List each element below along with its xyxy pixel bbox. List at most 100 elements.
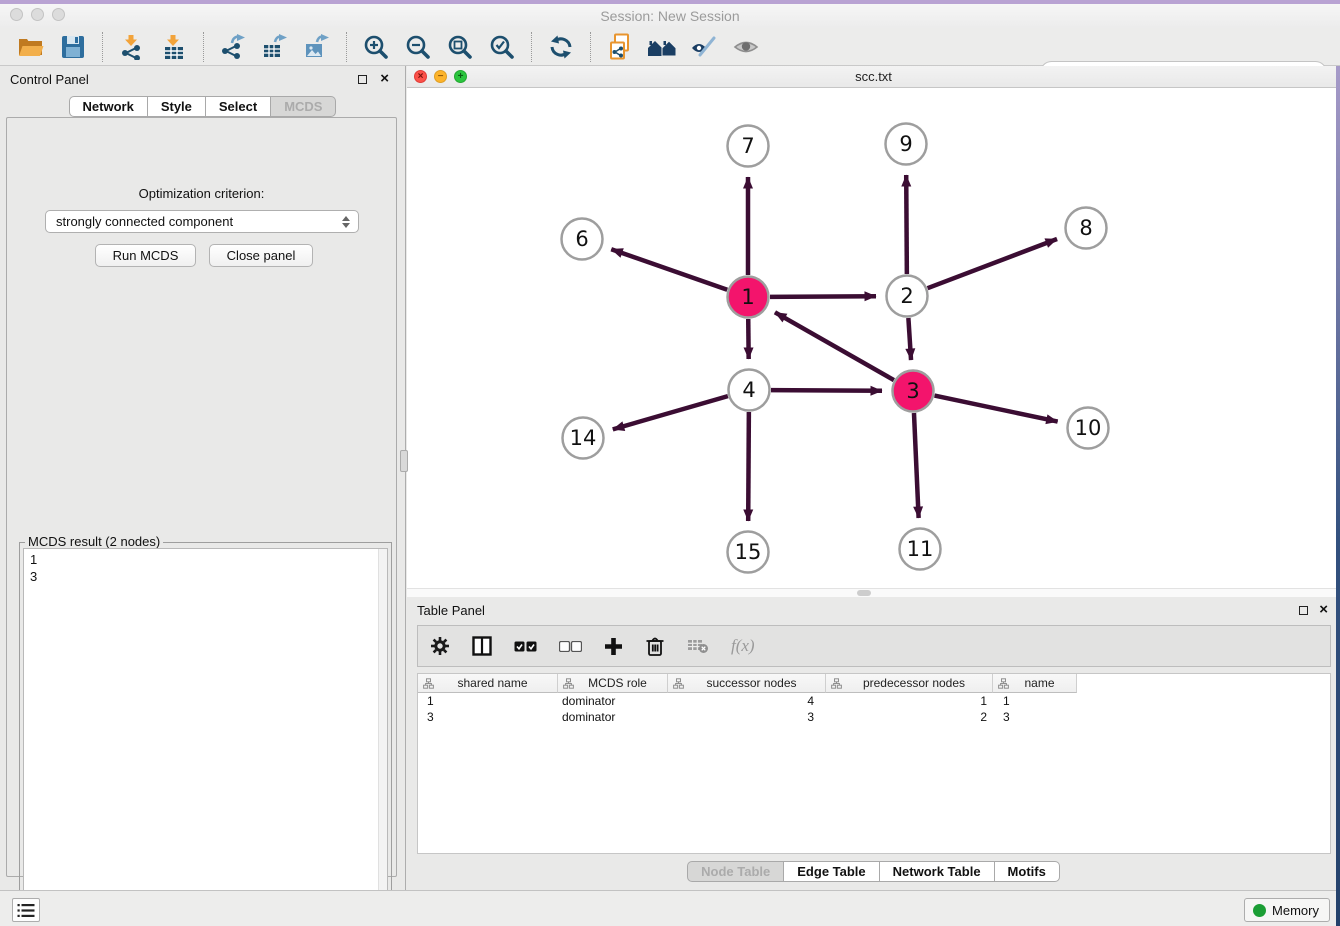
window-frame-edge xyxy=(1336,66,1340,926)
import-network-icon[interactable] xyxy=(117,33,147,61)
mcds-result-group: MCDS result (2 nodes) 13 xyxy=(19,542,392,926)
add-row-icon[interactable] xyxy=(604,637,623,656)
graph-node-label-15: 15 xyxy=(735,540,762,564)
network-canvas[interactable]: 7968124314101511 xyxy=(407,88,1340,588)
control-panel-tabs: NetworkStyleSelectMCDS xyxy=(0,96,405,117)
import-table-icon[interactable] xyxy=(159,33,189,61)
table-cell[interactable]: 1 xyxy=(826,693,993,709)
open-session-icon[interactable] xyxy=(16,33,46,61)
table-cell[interactable]: 1 xyxy=(418,693,558,709)
table-cell[interactable]: 3 xyxy=(418,709,558,725)
graph-edge-2-9[interactable] xyxy=(906,175,907,274)
show-all-icon[interactable] xyxy=(731,33,761,61)
table-cell[interactable]: dominator xyxy=(558,693,668,709)
table-panel: Table Panel × xyxy=(407,597,1340,890)
table-panel-tabs: Node TableEdge TableNetwork TableMotifs xyxy=(407,861,1340,882)
float-panel-icon[interactable] xyxy=(358,75,367,84)
mcds-result-value: 1 xyxy=(30,551,381,568)
close-table-panel-icon[interactable]: × xyxy=(1319,601,1328,619)
tab-style[interactable]: Style xyxy=(148,96,206,117)
task-history-button[interactable] xyxy=(12,898,40,922)
column-type-icon xyxy=(563,678,574,689)
window-title: Session: New Session xyxy=(0,8,1340,24)
network-hscrollbar[interactable] xyxy=(407,588,1340,597)
graph-edge-3-1[interactable] xyxy=(775,312,894,380)
deselect-all-columns-icon[interactable] xyxy=(559,641,582,652)
graph-edge-3-11[interactable] xyxy=(914,413,919,518)
column-header-MCDS-role[interactable]: MCDS role xyxy=(558,674,668,693)
table-tab-edge-table[interactable]: Edge Table xyxy=(784,861,879,882)
table-cell[interactable]: 3 xyxy=(993,709,1077,725)
table-tab-motifs[interactable]: Motifs xyxy=(995,861,1060,882)
select-all-columns-icon[interactable] xyxy=(514,641,537,652)
export-table-icon[interactable] xyxy=(260,33,290,61)
run-mcds-button[interactable]: Run MCDS xyxy=(95,244,196,267)
table-tab-network-table[interactable]: Network Table xyxy=(880,861,995,882)
graph-edge-1-2[interactable] xyxy=(770,296,876,297)
criterion-value: strongly connected component xyxy=(56,214,233,229)
first-neighbors-icon[interactable] xyxy=(647,33,677,61)
graph-node-label-8: 8 xyxy=(1079,216,1092,240)
toolbar-separator xyxy=(203,32,204,62)
tab-mcds[interactable]: MCDS xyxy=(271,96,336,117)
table-cell[interactable]: dominator xyxy=(558,709,668,725)
mcds-result-list[interactable]: 13 xyxy=(23,548,388,921)
application-window: Session: New Session xyxy=(0,0,1340,926)
memory-button[interactable]: Memory xyxy=(1244,898,1330,922)
delete-row-icon[interactable] xyxy=(645,635,665,657)
tab-network[interactable]: Network xyxy=(69,96,148,117)
function-builder-icon[interactable]: f(x) xyxy=(731,636,755,656)
network-hscroll-thumb[interactable] xyxy=(857,590,871,596)
graph-edge-2-3[interactable] xyxy=(908,318,911,360)
network-window-titlebar[interactable]: × − + scc.txt xyxy=(407,66,1340,88)
column-header-successor-nodes[interactable]: successor nodes xyxy=(668,674,826,693)
table-cell[interactable]: 4 xyxy=(668,693,826,709)
graph-node-label-2: 2 xyxy=(900,284,913,308)
export-network-icon[interactable] xyxy=(218,33,248,61)
zoom-in-icon[interactable] xyxy=(361,33,391,61)
close-panel-button[interactable]: Close panel xyxy=(209,244,313,267)
graph-node-label-14: 14 xyxy=(570,426,597,450)
splitter-grip[interactable] xyxy=(400,450,408,472)
column-layout-icon[interactable] xyxy=(472,636,492,656)
table-cell[interactable]: 3 xyxy=(668,709,826,725)
zoom-out-icon[interactable] xyxy=(403,33,433,61)
tab-select[interactable]: Select xyxy=(206,96,271,117)
float-table-panel-icon[interactable] xyxy=(1299,606,1308,615)
column-header-name[interactable]: name xyxy=(993,674,1077,693)
criterion-dropdown[interactable]: strongly connected component xyxy=(45,210,359,233)
new-network-from-selection-icon[interactable] xyxy=(605,33,635,61)
table-cell[interactable]: 1 xyxy=(993,693,1077,709)
graph-edge-4-15[interactable] xyxy=(748,412,749,521)
node-table-header: shared nameMCDS rolesuccessor nodesprede… xyxy=(418,674,1330,693)
node-table-rows: 1dominator4113dominator323 xyxy=(418,693,1330,725)
close-panel-icon[interactable]: × xyxy=(380,70,389,88)
graph-edge-3-10[interactable] xyxy=(935,396,1058,422)
graph-edge-4-14[interactable] xyxy=(613,396,728,429)
table-row[interactable]: 3dominator323 xyxy=(418,709,1330,725)
column-type-icon xyxy=(673,678,684,689)
hide-selected-icon[interactable] xyxy=(689,33,719,61)
zoom-selected-icon[interactable] xyxy=(487,33,517,61)
node-table[interactable]: shared nameMCDS rolesuccessor nodesprede… xyxy=(417,673,1331,854)
table-cell[interactable]: 2 xyxy=(826,709,993,725)
zoom-fit-icon[interactable] xyxy=(445,33,475,61)
result-scrollbar[interactable] xyxy=(378,549,387,920)
column-header-predecessor-nodes[interactable]: predecessor nodes xyxy=(826,674,993,693)
graph-node-label-9: 9 xyxy=(899,132,912,156)
toolbar-separator xyxy=(346,32,347,62)
toolbar-separator xyxy=(590,32,591,62)
graph-edge-2-8[interactable] xyxy=(928,239,1057,288)
table-toolbar: f(x) xyxy=(417,625,1331,667)
refresh-layout-icon[interactable] xyxy=(546,33,576,61)
export-image-icon[interactable] xyxy=(302,33,332,61)
column-header-shared-name[interactable]: shared name xyxy=(418,674,558,693)
delete-table-icon[interactable] xyxy=(687,638,709,654)
graph-edge-4-3[interactable] xyxy=(771,390,882,391)
column-type-icon xyxy=(831,678,842,689)
save-session-icon[interactable] xyxy=(58,33,88,61)
attribute-settings-icon[interactable] xyxy=(430,636,450,656)
table-row[interactable]: 1dominator411 xyxy=(418,693,1330,709)
table-tab-node-table[interactable]: Node Table xyxy=(687,861,784,882)
graph-edge-1-6[interactable] xyxy=(611,249,727,290)
